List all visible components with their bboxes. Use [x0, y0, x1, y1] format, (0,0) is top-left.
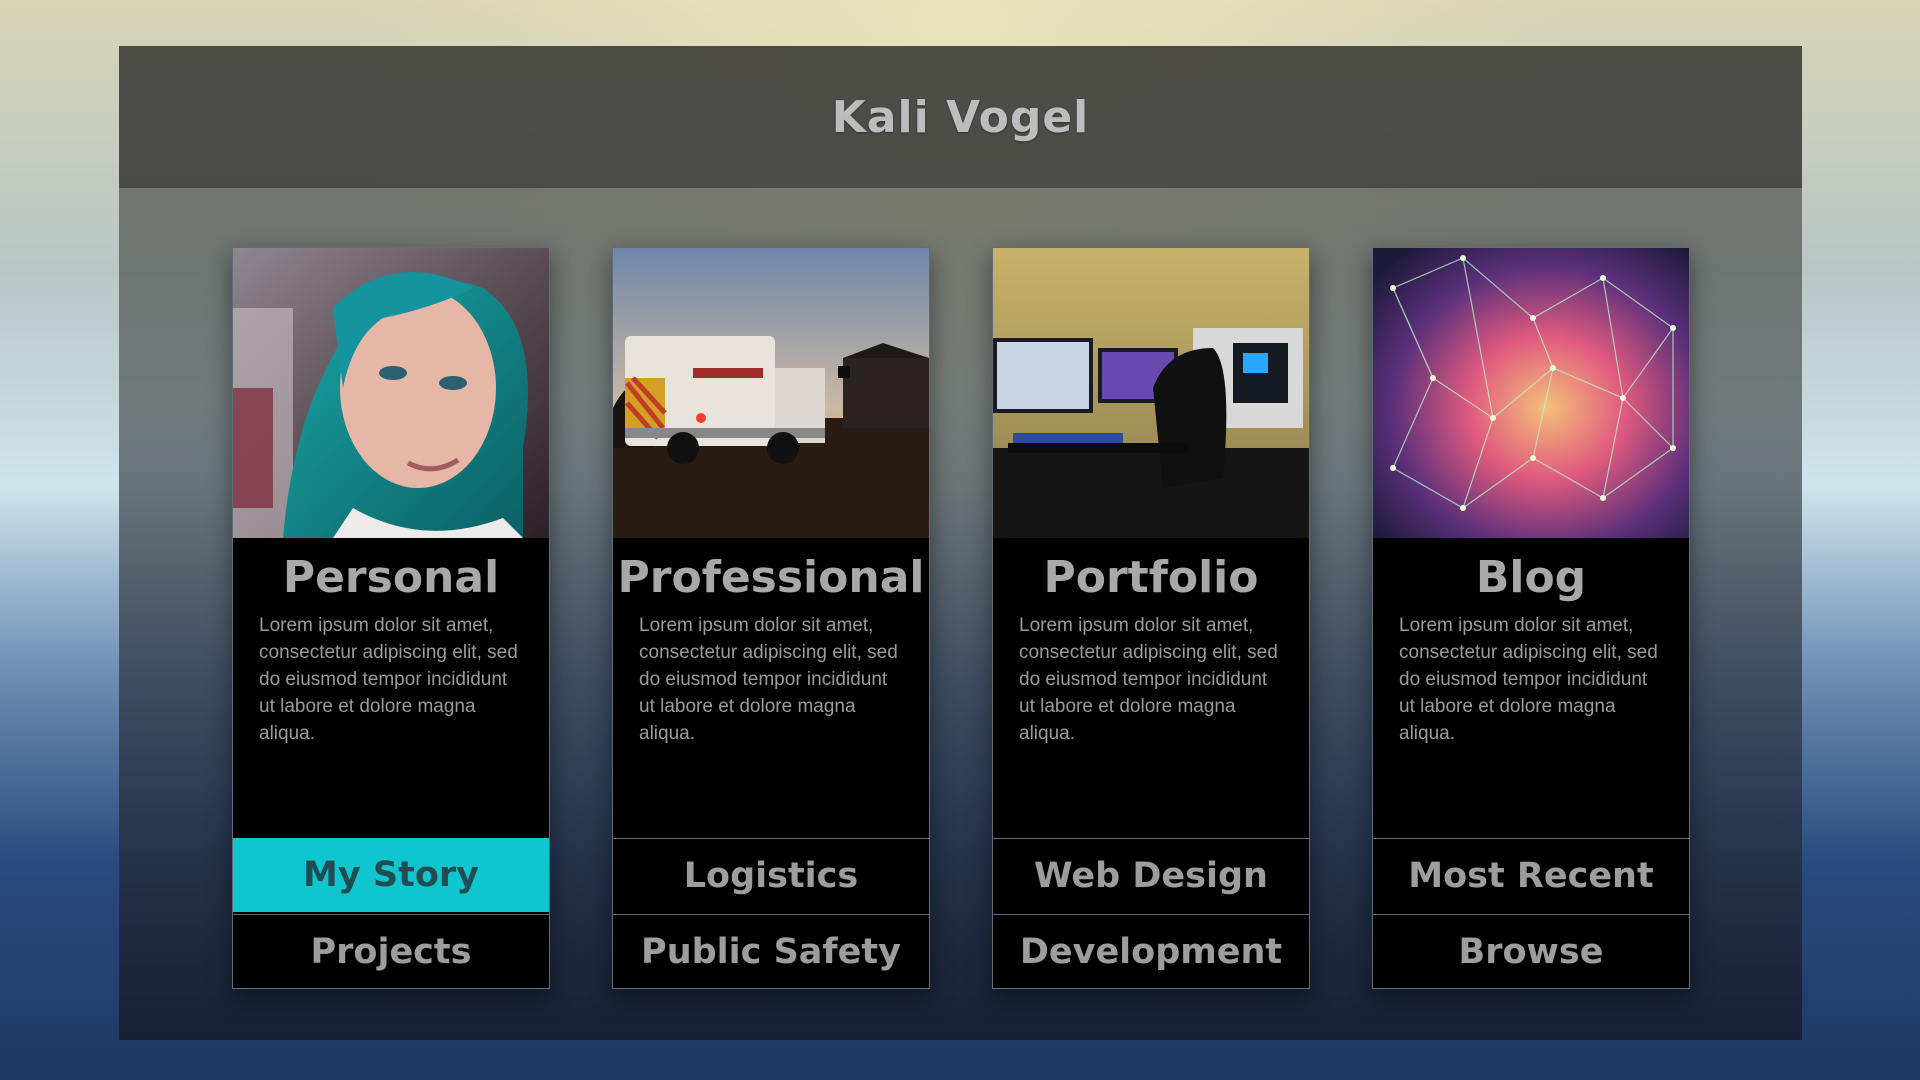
card-description: Lorem ipsum dolor sit amet, consectetur …	[1019, 615, 1278, 744]
web-design-link[interactable]: Web Design	[993, 838, 1309, 912]
public-safety-link[interactable]: Public Safety	[613, 914, 929, 988]
card-description: Lorem ipsum dolor sit amet, consectetur …	[639, 615, 898, 744]
network-graphic[interactable]	[1373, 248, 1689, 538]
site-header: Kali Vogel	[119, 46, 1802, 188]
development-link[interactable]: Development	[993, 914, 1309, 988]
most-recent-link[interactable]: Most Recent	[1373, 838, 1689, 912]
card-title: Portfolio	[1043, 552, 1259, 603]
card-professional: Professional Lorem ipsum dolor sit amet,…	[612, 247, 930, 989]
ambulance-photo[interactable]	[613, 248, 929, 538]
card-portfolio: Portfolio Lorem ipsum dolor sit amet, co…	[992, 247, 1310, 989]
site-title: Kali Vogel	[831, 91, 1090, 143]
workstation-photo[interactable]	[993, 248, 1309, 538]
card-blog: Blog Lorem ipsum dolor sit amet, consect…	[1372, 247, 1690, 989]
browse-link[interactable]: Browse	[1373, 914, 1689, 988]
portrait-photo[interactable]	[233, 248, 549, 538]
card-description: Lorem ipsum dolor sit amet, consectetur …	[1399, 615, 1658, 744]
projects-link[interactable]: Projects	[233, 914, 549, 988]
card-description: Lorem ipsum dolor sit amet, consectetur …	[259, 615, 518, 744]
card-personal: Personal Lorem ipsum dolor sit amet, con…	[232, 247, 550, 989]
my-story-link[interactable]: My Story	[233, 838, 549, 912]
logistics-link[interactable]: Logistics	[613, 838, 929, 912]
card-title: Personal	[282, 552, 500, 603]
card-title: Blog	[1475, 552, 1587, 603]
card-title: Professional	[617, 552, 925, 603]
